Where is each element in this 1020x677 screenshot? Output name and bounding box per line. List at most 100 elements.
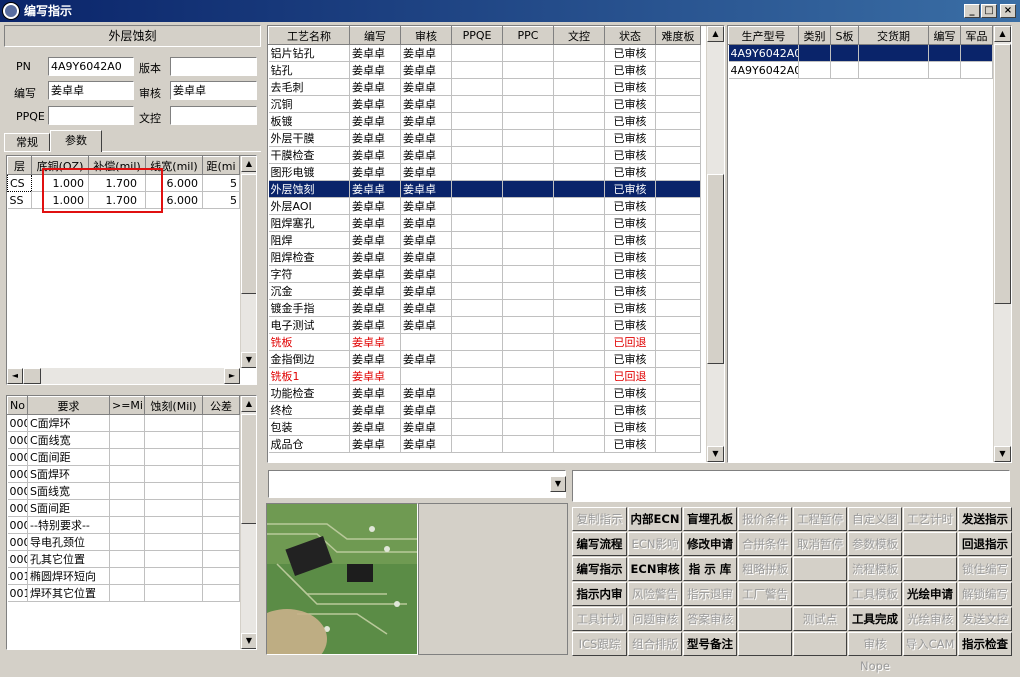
req-cell[interactable]: 001 (7, 567, 28, 585)
process-cell[interactable] (553, 435, 605, 453)
process-cell[interactable] (655, 384, 701, 402)
action-button[interactable]: 工具完成 (848, 607, 902, 631)
scroll-up-icon[interactable]: ▲ (241, 156, 256, 172)
req-cell[interactable] (202, 533, 240, 551)
req-cell[interactable] (144, 465, 203, 483)
process-cell[interactable] (451, 112, 503, 130)
process-cell[interactable]: 已审核 (604, 180, 656, 198)
close-button[interactable]: × (1000, 4, 1016, 18)
orders-col-header[interactable]: 交货期 (858, 26, 929, 45)
process-row[interactable]: 电子测试 姜卓卓 姜卓卓 已审核 (268, 316, 701, 334)
process-cell[interactable] (400, 333, 452, 351)
table-row[interactable]: 000S面线宽 (7, 482, 240, 500)
process-cell[interactable]: 已审核 (604, 129, 656, 147)
process-cell[interactable] (502, 163, 554, 181)
reviewer-field[interactable]: 姜卓卓 (170, 81, 257, 100)
req-cell[interactable]: C面焊环 (27, 414, 110, 432)
process-cell[interactable] (502, 367, 554, 385)
action-button[interactable]: 光绘申请 (903, 582, 957, 606)
minimize-button[interactable]: _ (964, 4, 980, 18)
tab-general[interactable]: 常规 (4, 133, 50, 151)
process-cell[interactable]: 已审核 (604, 95, 656, 113)
process-cell[interactable] (502, 435, 554, 453)
requirements-grid[interactable]: No 要求 >=Mil 蚀刻(Mil) 公差 000C面焊环000C面线宽000… (6, 395, 257, 650)
process-cell[interactable] (655, 350, 701, 368)
process-cell[interactable]: 姜卓卓 (400, 95, 452, 113)
req-cell[interactable] (144, 533, 203, 551)
process-cell[interactable] (451, 44, 503, 62)
process-cell[interactable]: 姜卓卓 (349, 333, 401, 351)
req-cell[interactable] (202, 567, 240, 585)
writer-field[interactable]: 姜卓卓 (48, 81, 134, 100)
process-cell[interactable] (655, 163, 701, 181)
req-cell[interactable] (202, 516, 240, 534)
process-cell[interactable] (502, 129, 554, 147)
process-cell[interactable] (451, 384, 503, 402)
process-cell[interactable] (655, 316, 701, 334)
process-row[interactable]: 成品仓 姜卓卓 姜卓卓 已审核 (268, 435, 701, 453)
process-cell[interactable] (553, 384, 605, 402)
scroll-thumb[interactable] (241, 414, 256, 524)
process-cell[interactable]: 沉铜 (268, 95, 350, 113)
process-cell[interactable]: 姜卓卓 (349, 163, 401, 181)
req-cell[interactable]: 000 (7, 465, 28, 483)
orders-cell[interactable] (858, 44, 929, 62)
process-cell[interactable]: 姜卓卓 (400, 44, 452, 62)
process-cell[interactable] (655, 265, 701, 283)
process-cell[interactable] (553, 333, 605, 351)
process-col-header[interactable]: 文控 (553, 26, 605, 45)
process-vscrollbar[interactable]: ▲ ▼ (706, 26, 724, 462)
process-cell[interactable] (553, 163, 605, 181)
scroll-left-icon[interactable]: ◄ (7, 368, 23, 384)
scroll-down-icon[interactable]: ▼ (707, 446, 724, 462)
process-row[interactable]: 铣板 姜卓卓 已回退 (268, 333, 701, 351)
process-col-header[interactable]: 工艺名称 (268, 26, 350, 45)
note-input[interactable] (572, 470, 1010, 502)
process-cell[interactable] (553, 248, 605, 266)
process-cell[interactable] (553, 418, 605, 436)
process-cell[interactable]: 去毛刺 (268, 78, 350, 96)
process-cell[interactable] (400, 367, 452, 385)
req-cell[interactable] (202, 465, 240, 483)
process-cell[interactable]: 姜卓卓 (349, 180, 401, 198)
action-button[interactable]: 回退指示 (958, 532, 1012, 556)
process-cell[interactable] (451, 95, 503, 113)
table-row[interactable]: 000C面线宽 (7, 431, 240, 449)
process-cell[interactable]: 姜卓卓 (349, 316, 401, 334)
process-cell[interactable]: 字符 (268, 265, 350, 283)
action-button[interactable]: 指示检查 (958, 632, 1012, 656)
process-cell[interactable]: 姜卓卓 (349, 384, 401, 402)
process-row[interactable]: 沉金 姜卓卓 姜卓卓 已审核 (268, 282, 701, 300)
req-cell[interactable] (144, 567, 203, 585)
process-row[interactable]: 外层AOI 姜卓卓 姜卓卓 已审核 (268, 197, 701, 215)
process-cell[interactable]: 姜卓卓 (400, 197, 452, 215)
scroll-thumb[interactable] (23, 368, 41, 384)
process-cell[interactable]: 已审核 (604, 248, 656, 266)
process-col-header[interactable]: 审核 (400, 26, 452, 45)
process-col-header[interactable]: PPC (502, 26, 554, 45)
process-cell[interactable] (451, 78, 503, 96)
ppqe-field[interactable] (48, 106, 134, 125)
chevron-down-icon[interactable]: ▼ (550, 476, 566, 492)
scroll-down-icon[interactable]: ▼ (994, 446, 1011, 462)
table-row[interactable]: 000孔其它位置 (7, 550, 240, 568)
process-row[interactable]: 图形电镀 姜卓卓 姜卓卓 已审核 (268, 163, 701, 181)
process-cell[interactable] (553, 95, 605, 113)
process-cell[interactable]: 镀金手指 (268, 299, 350, 317)
scroll-thumb[interactable] (994, 44, 1011, 304)
process-cell[interactable] (451, 316, 503, 334)
orders-cell[interactable] (928, 61, 961, 79)
action-button[interactable]: 内部ECN (628, 507, 682, 531)
orders-cell[interactable] (960, 44, 993, 62)
orders-col-header[interactable]: 类别 (798, 26, 831, 45)
process-cell[interactable] (451, 282, 503, 300)
orders-cell[interactable] (960, 61, 993, 79)
req-cell[interactable] (109, 465, 145, 483)
process-cell[interactable]: 姜卓卓 (400, 112, 452, 130)
process-cell[interactable] (502, 418, 554, 436)
process-cell[interactable]: 姜卓卓 (349, 78, 401, 96)
process-cell[interactable]: 已审核 (604, 282, 656, 300)
process-cell[interactable]: 姜卓卓 (349, 214, 401, 232)
process-cell[interactable] (655, 146, 701, 164)
process-cell[interactable]: 钻孔 (268, 61, 350, 79)
